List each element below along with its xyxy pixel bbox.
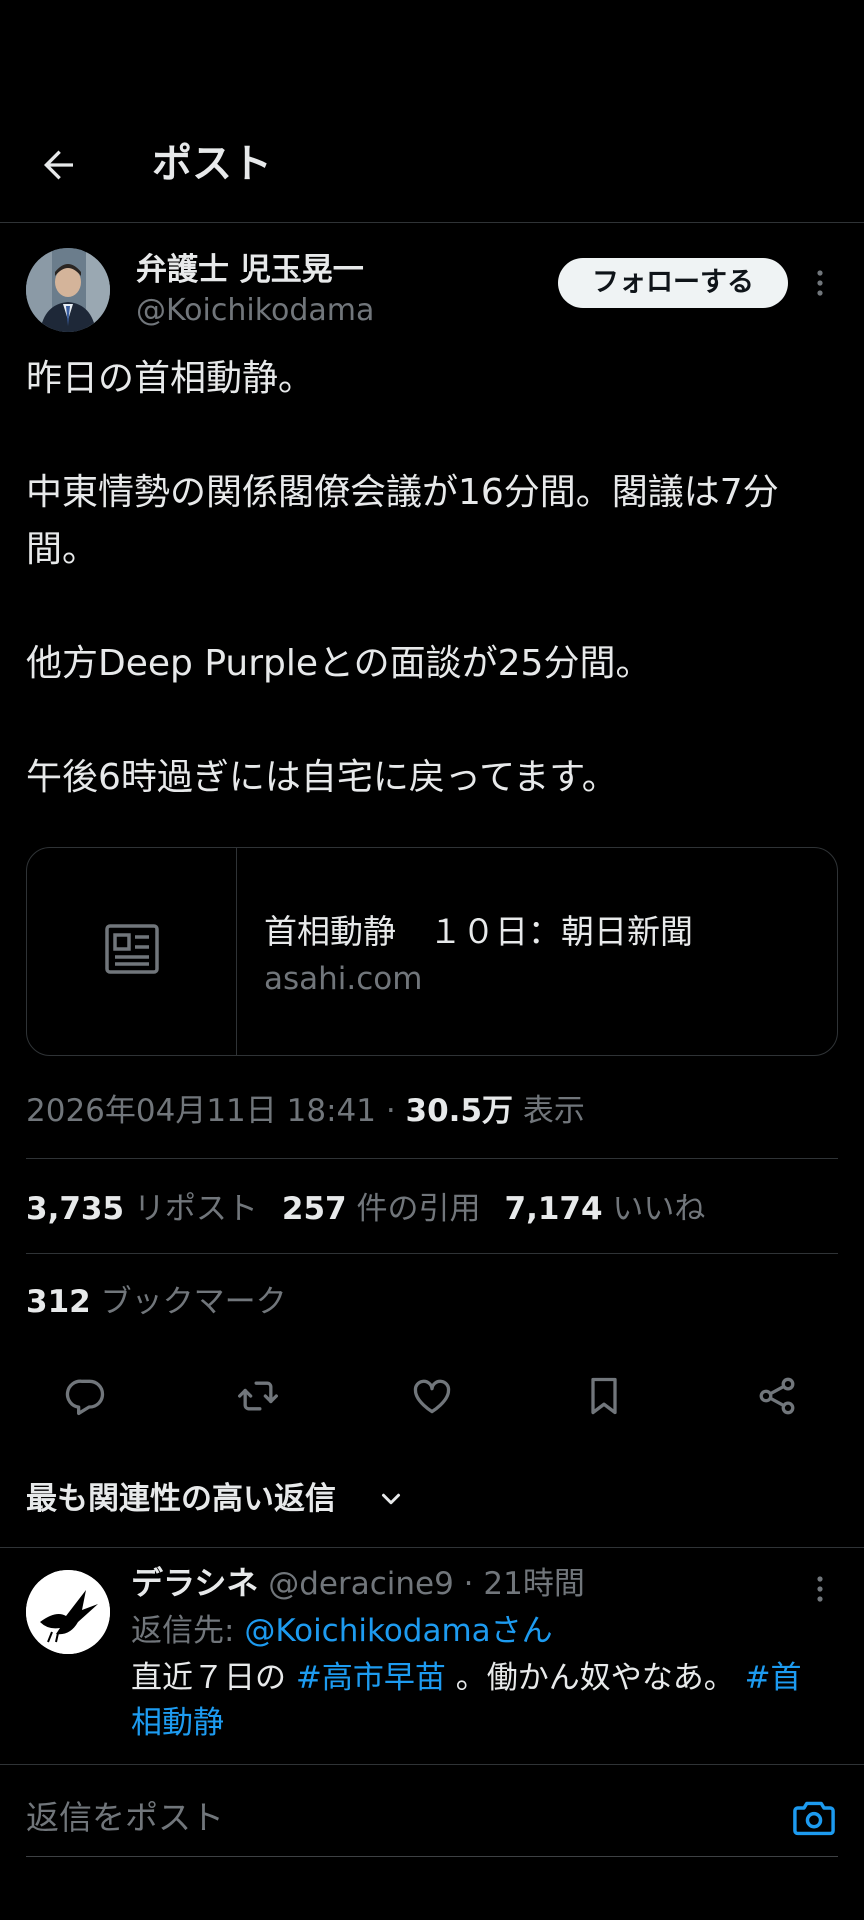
reposts-label: リポスト bbox=[133, 1191, 258, 1227]
chevron-down-icon[interactable] bbox=[376, 1484, 406, 1514]
reply-icon[interactable] bbox=[64, 1374, 108, 1418]
divider bbox=[0, 1547, 864, 1548]
likes-label: いいね bbox=[612, 1191, 706, 1227]
divider bbox=[0, 1764, 864, 1765]
reply-compose-input[interactable]: 返信をポスト bbox=[26, 1797, 224, 1839]
post-text: 昨日の首相動静。 中東情勢の関係閣僚会議が16分間。閣議は7分間。 他方Deep… bbox=[26, 358, 779, 798]
hashtag-link[interactable]: #高市早苗 bbox=[296, 1660, 446, 1696]
reply-author-name[interactable]: デラシネ bbox=[131, 1564, 258, 1602]
likes-stat[interactable]: 7,174 いいね bbox=[505, 1191, 706, 1227]
camera-icon[interactable] bbox=[792, 1798, 836, 1838]
more-options-icon[interactable] bbox=[808, 1572, 832, 1606]
stats-row: 3,735 リポスト 257 件の引用 7,174 いいね bbox=[26, 1188, 705, 1230]
link-card[interactable]: 首相動静 １０日：朝日新聞 asahi.com bbox=[26, 847, 838, 1056]
meta-separator: · bbox=[375, 1093, 406, 1129]
views-label: 表示 bbox=[522, 1093, 585, 1129]
page-title: ポスト bbox=[152, 141, 272, 187]
views-count: 30.5万 bbox=[405, 1093, 514, 1129]
reply-separator: · bbox=[453, 1566, 484, 1602]
author-avatar[interactable] bbox=[26, 248, 110, 332]
reply-author-avatar[interactable] bbox=[26, 1570, 110, 1654]
reposts-count: 3,735 bbox=[26, 1191, 125, 1227]
quotes-label: 件の引用 bbox=[356, 1191, 481, 1227]
header-divider bbox=[0, 222, 864, 223]
more-options-icon[interactable] bbox=[808, 266, 832, 300]
reposts-stat[interactable]: 3,735 リポスト bbox=[26, 1191, 258, 1227]
reply-time[interactable]: 21時間 bbox=[483, 1566, 584, 1602]
link-card-title: 首相動静 １０日：朝日新聞 bbox=[264, 912, 693, 951]
share-icon[interactable] bbox=[755, 1374, 799, 1418]
reply-header: デラシネ @deracine9 · 21時間 bbox=[131, 1562, 585, 1605]
replies-sort-heading[interactable]: 最も関連性の高い返信 bbox=[26, 1478, 336, 1520]
post-timestamp[interactable]: 2026年04月11日 18:41 bbox=[26, 1093, 376, 1129]
reply-text: 直近７日の #高市早苗 。働かん奴やなあ。 #首相動静 bbox=[131, 1656, 831, 1746]
divider bbox=[26, 1158, 838, 1159]
divider bbox=[26, 1253, 838, 1254]
bookmarks-count: 312 bbox=[26, 1284, 91, 1320]
bookmarks-stat: 312 ブックマーク bbox=[26, 1281, 287, 1323]
author-name[interactable]: 弁護士 児玉晃一 bbox=[136, 250, 364, 290]
bookmark-icon[interactable] bbox=[582, 1374, 626, 1418]
reply-text-part: 直近７日の bbox=[131, 1660, 296, 1696]
quotes-stat[interactable]: 257 件の引用 bbox=[282, 1191, 481, 1227]
bookmarks-label: ブックマーク bbox=[100, 1284, 287, 1320]
link-card-thumbnail bbox=[27, 848, 237, 1055]
post-meta: 2026年04月11日 18:41 · 30.5万 表示 bbox=[26, 1090, 585, 1132]
author-handle[interactable]: @Koichikodama bbox=[136, 292, 374, 330]
follow-button[interactable]: フォローする bbox=[558, 258, 788, 308]
reply-to-label: 返信先: bbox=[131, 1613, 245, 1649]
reply-text-part: 。働かん奴やなあ。 bbox=[445, 1660, 735, 1696]
repost-icon[interactable] bbox=[236, 1374, 280, 1418]
likes-count: 7,174 bbox=[504, 1191, 603, 1227]
news-article-icon bbox=[105, 924, 159, 974]
like-icon[interactable] bbox=[410, 1374, 454, 1418]
back-arrow-icon[interactable] bbox=[38, 145, 78, 185]
link-card-domain: asahi.com bbox=[264, 961, 423, 997]
compose-underline bbox=[26, 1856, 838, 1857]
reply-author-handle[interactable]: @deracine9 bbox=[268, 1566, 454, 1602]
reply-to-line: 返信先: @Koichikodamaさん bbox=[131, 1610, 553, 1652]
reply-to-handle-link[interactable]: @Koichikodamaさん bbox=[244, 1613, 552, 1649]
quotes-count: 257 bbox=[281, 1191, 347, 1227]
